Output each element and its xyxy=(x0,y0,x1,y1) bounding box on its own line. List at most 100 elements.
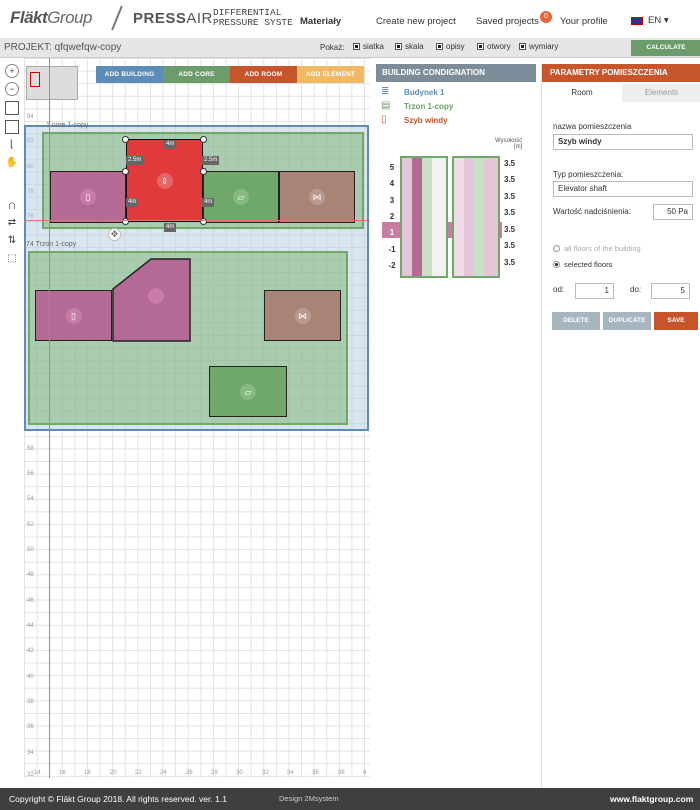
toggle-dimensions[interactable]: wymiary xyxy=(519,42,558,51)
floor-row-1-selected[interactable]: 1 xyxy=(382,226,402,240)
to-floor-input[interactable]: 5 xyxy=(651,283,690,299)
design-credit[interactable]: Design 2Msystem xyxy=(279,794,339,803)
nav-materials[interactable]: Materiały xyxy=(300,16,341,27)
floor-row-3[interactable]: 3 xyxy=(382,194,402,208)
save-button[interactable]: SAVE xyxy=(654,312,698,330)
floor-row-minus2[interactable]: -2 xyxy=(382,259,402,273)
tree-shaft[interactable]: Szyb windy xyxy=(404,116,448,125)
room-purple-left[interactable]: ▯ xyxy=(50,171,126,223)
floor-height: 3.5 xyxy=(504,192,516,201)
corner-icon[interactable]: ⌊ xyxy=(5,138,19,152)
tree-core[interactable]: Trzon 1-copy xyxy=(404,102,453,111)
row-number: 34 xyxy=(27,750,34,756)
minimap[interactable] xyxy=(26,66,78,100)
floor-row-minus1[interactable]: -1 xyxy=(382,243,402,257)
room-elevator-shaft-selected[interactable]: ⇕ xyxy=(126,139,203,222)
crop-icon[interactable] xyxy=(5,120,19,134)
radio-selected-floors[interactable]: selected floors xyxy=(553,260,612,269)
swap-vertical-icon[interactable]: ⇅ xyxy=(5,234,19,248)
hand-pan-icon[interactable]: ✋ xyxy=(5,156,19,170)
column-number: 32 xyxy=(262,770,269,776)
radio-icon xyxy=(553,261,560,268)
room-type-select[interactable]: Elevator shaft xyxy=(553,181,693,197)
add-building-button[interactable]: ADD BUILDING xyxy=(96,66,163,83)
column-number: 18 xyxy=(84,770,91,776)
row-number: 32 xyxy=(27,772,34,778)
shaft-column-2[interactable] xyxy=(452,156,500,278)
shaft-column-1[interactable] xyxy=(400,156,448,278)
zoom-out-icon[interactable]: − xyxy=(5,82,19,96)
project-name: PROJEKT: qfqwefqw-copy xyxy=(4,42,122,53)
nav-profile[interactable]: Your profile xyxy=(560,16,608,27)
saved-count-badge: 0 xyxy=(540,11,552,23)
height-header: Wysokość [m] xyxy=(495,138,523,150)
floor-height: 3.5 xyxy=(504,175,516,184)
guide-line-vertical xyxy=(49,58,50,778)
room-name-input[interactable]: Szyb windy xyxy=(553,134,693,150)
resize-handle[interactable] xyxy=(122,168,129,175)
dimension-label: 4m xyxy=(164,223,177,232)
tree-building[interactable]: Budynek 1 xyxy=(404,88,444,97)
toggle-grid[interactable]: siatka xyxy=(353,42,384,51)
toggle-descriptions[interactable]: opisy xyxy=(436,42,465,51)
column-number: 16 xyxy=(59,770,66,776)
bounding-box-icon[interactable]: ⬚ xyxy=(5,252,19,266)
resize-handle[interactable] xyxy=(122,136,129,143)
room-brown-2[interactable]: ⋈ xyxy=(264,290,341,341)
add-element-button[interactable]: ADD ELEMENT xyxy=(297,66,364,83)
flakt-logo[interactable]: FläktGroup xyxy=(10,8,92,28)
room-green[interactable]: ▱ xyxy=(203,171,279,223)
add-core-button[interactable]: ADD CORE xyxy=(163,66,230,83)
left-toolbar: + − ⌊ ✋ ∩ ⇄ ⇅ ⬚ xyxy=(0,58,24,788)
column-number: 24 xyxy=(160,770,167,776)
radio-all-floors[interactable]: all floors of the building xyxy=(553,244,641,253)
tab-elements[interactable]: Elements xyxy=(622,84,700,102)
room-purple-polygon[interactable] xyxy=(112,258,191,342)
row-number: 58 xyxy=(27,446,34,452)
column-number: 30 xyxy=(236,770,243,776)
floor-row-2[interactable]: 2 xyxy=(382,210,402,224)
floor-height: 3.5 xyxy=(504,258,516,267)
floor-row-4[interactable]: 4 xyxy=(382,177,402,191)
checkbox-icon xyxy=(353,43,360,50)
column-number: 4 xyxy=(363,770,367,776)
swap-horizontal-icon[interactable]: ⇄ xyxy=(5,216,19,230)
column-number: 28 xyxy=(211,770,218,776)
room-brown[interactable]: ⋈ xyxy=(279,171,355,223)
dimension-label: 2.5m xyxy=(126,156,144,165)
drawing-canvas[interactable]: ADD BUILDING ADD CORE ADD ROOM ADD ELEME… xyxy=(24,58,370,778)
language-select[interactable]: EN ▾ xyxy=(648,15,669,26)
resize-handle[interactable] xyxy=(200,136,207,143)
row-number: 48 xyxy=(27,572,34,578)
toggle-scale[interactable]: skala xyxy=(395,42,424,51)
magnet-icon[interactable]: ∩ xyxy=(5,198,19,212)
delete-button[interactable]: DELETE xyxy=(552,312,600,330)
add-room-button[interactable]: ADD ROOM xyxy=(230,66,297,83)
column-number: 14 xyxy=(34,770,41,776)
door-icon: ▯ xyxy=(65,307,82,324)
row-number: 46 xyxy=(27,598,34,604)
select-area-icon[interactable] xyxy=(5,101,19,115)
from-floor-input[interactable]: 1 xyxy=(575,283,614,299)
calculate-project-button[interactable]: CALCULATE PROJECT xyxy=(631,40,700,67)
resize-handle[interactable] xyxy=(200,168,207,175)
duplicate-button[interactable]: DUPLICATE xyxy=(603,312,651,330)
minimap-viewport[interactable] xyxy=(30,72,40,87)
floor-row-5[interactable]: 5 xyxy=(382,161,402,175)
row-number: 54 xyxy=(27,496,34,502)
elevator-icon: ⇕ xyxy=(156,172,173,189)
zoom-in-icon[interactable]: + xyxy=(5,64,19,78)
nav-create-project[interactable]: Create new project xyxy=(376,16,456,27)
website-link[interactable]: www.flaktgroup.com xyxy=(610,794,693,804)
row-number: 84 xyxy=(27,114,34,120)
room-purple-2[interactable]: ▯ xyxy=(35,290,112,341)
pressure-input[interactable]: 50 Pa xyxy=(653,204,693,220)
nav-saved-projects[interactable]: Saved projects xyxy=(476,16,539,27)
move-icon[interactable]: ✥ xyxy=(108,228,121,241)
toggle-openings[interactable]: otwory xyxy=(477,42,511,51)
project-bar: PROJEKT: qfqwefqw-copy Pokaż: siatka ska… xyxy=(0,38,700,67)
tab-room[interactable]: Room xyxy=(542,84,622,102)
room-parameters-panel: PARAMETRY POMIESZCZENIA Room Elements na… xyxy=(541,64,700,788)
fan-icon: ⋈ xyxy=(294,307,311,324)
room-green-2[interactable]: ▱ xyxy=(209,366,287,417)
